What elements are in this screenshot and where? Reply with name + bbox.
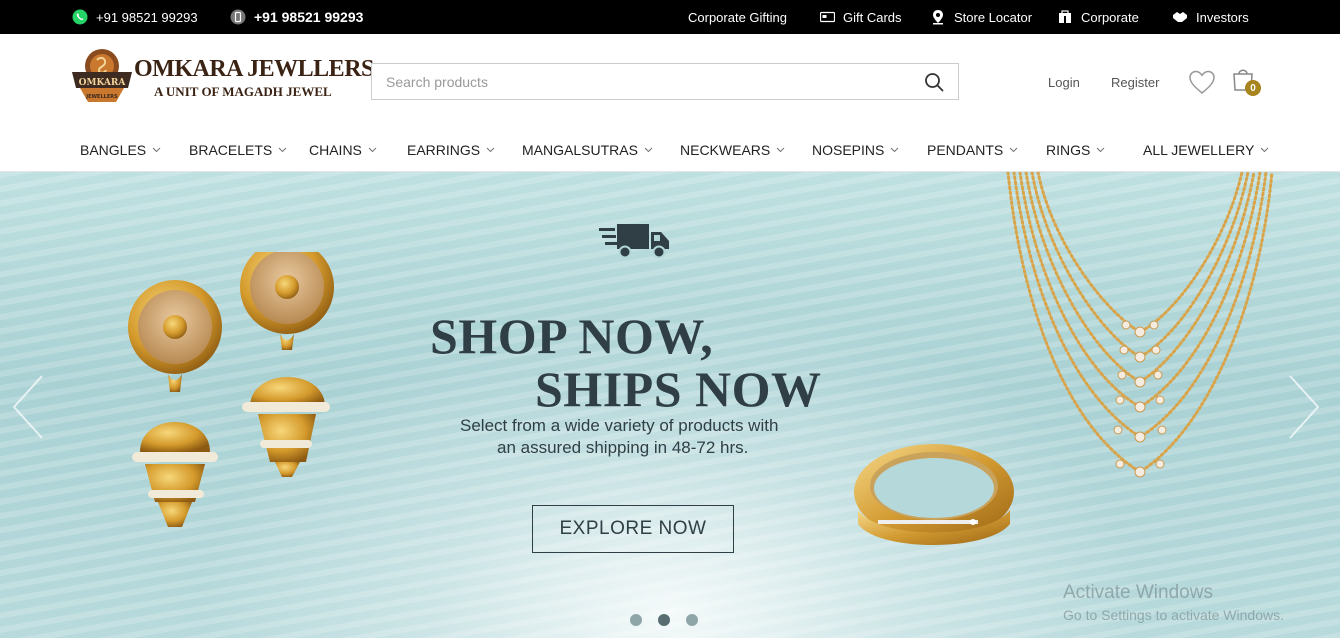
cart-button[interactable]: 0	[1231, 66, 1263, 98]
handshake-icon	[1172, 9, 1188, 25]
nav-item-label: NECKWEARS	[680, 142, 771, 158]
whatsapp-icon	[72, 9, 88, 25]
site-header: OMKARA JEWELLERS OMKARA JEWLLERS A UNIT …	[0, 34, 1340, 128]
chevron-down-icon	[152, 147, 161, 153]
mobile-phone-icon	[230, 9, 246, 25]
nav-item-label: EARRINGS	[407, 142, 481, 158]
nav-item-label: MANGALSUTRAS	[522, 142, 638, 158]
nav-item-label: PENDANTS	[927, 142, 1004, 158]
corporate-gifting-link[interactable]: Corporate Gifting	[688, 0, 787, 34]
carousel-dot[interactable]	[630, 614, 642, 626]
nav-item-chains[interactable]: CHAINS	[309, 142, 377, 158]
carousel-next-arrow-icon[interactable]	[1284, 372, 1324, 442]
top-bar: +91 98521 99293 +91 98521 99293 Corporat…	[0, 0, 1340, 34]
investors-link[interactable]: Investors	[1172, 0, 1249, 34]
chevron-down-icon	[486, 147, 495, 153]
windows-activation-title: Activate Windows	[1063, 582, 1213, 603]
nav-item-nosepins[interactable]: NOSEPINS	[812, 142, 899, 158]
gift-cards-link[interactable]: Gift Cards	[819, 0, 902, 34]
cart-count-badge: 0	[1245, 80, 1261, 96]
building-icon	[1057, 9, 1073, 25]
corporate-gifting-label: Corporate Gifting	[688, 9, 787, 25]
svg-text:JEWELLERS: JEWELLERS	[85, 94, 118, 100]
earrings-image	[128, 252, 334, 527]
carousel-prev-arrow-icon[interactable]	[8, 372, 48, 442]
chevron-down-icon	[278, 147, 287, 153]
necklace-image	[1006, 172, 1274, 478]
chevron-down-icon	[644, 147, 653, 153]
nav-item-bangles[interactable]: BANGLES	[80, 142, 161, 158]
hero-subtext-line1: Select from a wide variety of products w…	[460, 416, 779, 435]
brand-tagline: A UNIT OF MAGADH JEWEL	[154, 84, 332, 99]
wishlist-heart-icon[interactable]	[1188, 69, 1216, 95]
investors-label: Investors	[1196, 9, 1249, 25]
corporate-label: Corporate	[1081, 9, 1139, 25]
nav-item-mangalsutras[interactable]: MANGALSUTRAS	[522, 142, 653, 158]
login-link[interactable]: Login	[1048, 75, 1080, 90]
nav-item-label: CHAINS	[309, 142, 362, 158]
chevron-down-icon	[1096, 147, 1105, 153]
search-input[interactable]	[372, 64, 912, 99]
logo-emblem-icon: OMKARA JEWELLERS	[72, 49, 132, 102]
hero-headline-line2: SHIPS NOW	[535, 361, 822, 417]
search-bar	[371, 63, 959, 100]
call-phone: +91 98521 99293	[254, 9, 364, 25]
store-locator-label: Store Locator	[954, 9, 1033, 25]
carousel-dot[interactable]	[686, 614, 698, 626]
call-contact[interactable]: +91 98521 99293	[230, 0, 363, 34]
gift-card-icon	[819, 9, 835, 25]
explore-now-button[interactable]: EXPLORE NOW	[532, 505, 734, 553]
corporate-link[interactable]: Corporate	[1057, 0, 1139, 34]
chevron-down-icon	[368, 147, 377, 153]
chevron-down-icon	[776, 147, 785, 153]
whatsapp-contact[interactable]: +91 98521 99293	[72, 0, 198, 34]
nav-item-label: RINGS	[1046, 142, 1091, 158]
nav-item-bracelets[interactable]: BRACELETS	[189, 142, 287, 158]
store-locator-link[interactable]: Store Locator	[930, 0, 1032, 34]
nav-item-label: NOSEPINS	[812, 142, 885, 158]
category-nav: BANGLES BRACELETS CHAINS EARRINGS MANGAL…	[0, 128, 1340, 172]
brand-logo[interactable]: OMKARA JEWELLERS OMKARA JEWLLERS A UNIT …	[70, 46, 374, 108]
delivery-truck-icon	[599, 224, 669, 259]
hero-banner: SHOP NOW, SHIPS NOW Select from a wide v…	[0, 172, 1340, 638]
nav-item-rings[interactable]: RINGS	[1046, 142, 1105, 158]
gift-cards-label: Gift Cards	[843, 9, 902, 25]
svg-text:OMKARA: OMKARA	[79, 78, 127, 88]
nav-item-neckwears[interactable]: NECKWEARS	[680, 142, 785, 158]
register-link[interactable]: Register	[1111, 75, 1159, 90]
hero-headline-line1: SHOP NOW,	[430, 308, 714, 364]
nav-item-label: BRACELETS	[189, 142, 273, 158]
hero-subtext-line2: an assured shipping in 48-72 hrs.	[497, 438, 749, 457]
nav-item-label: BANGLES	[80, 142, 147, 158]
chevron-down-icon	[1009, 147, 1018, 153]
nav-item-pendants[interactable]: PENDANTS	[927, 142, 1018, 158]
brand-name: OMKARA JEWLLERS	[134, 56, 374, 82]
location-pin-icon	[930, 9, 946, 25]
search-icon[interactable]	[924, 72, 944, 92]
nav-item-label: ALL JEWELLERY	[1143, 142, 1255, 158]
whatsapp-phone: +91 98521 99293	[96, 9, 198, 25]
nav-item-earrings[interactable]: EARRINGS	[407, 142, 495, 158]
nav-item-all-jewellery[interactable]: ALL JEWELLERY	[1143, 142, 1269, 158]
chevron-down-icon	[1260, 147, 1269, 153]
chevron-down-icon	[890, 147, 899, 153]
windows-activation-subtitle: Go to Settings to activate Windows.	[1063, 607, 1284, 623]
carousel-dot-active[interactable]	[658, 614, 670, 626]
carousel-dots	[630, 614, 698, 626]
